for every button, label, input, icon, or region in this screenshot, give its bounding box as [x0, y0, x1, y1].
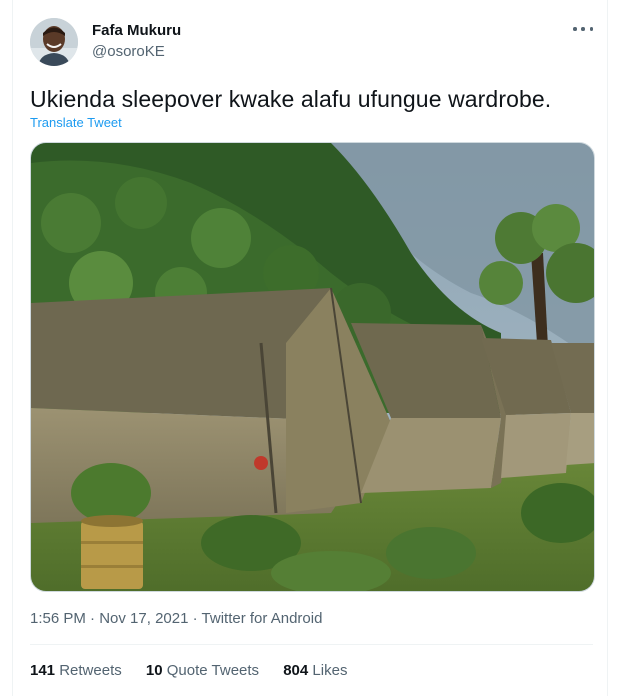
divider	[30, 644, 593, 645]
retweets-stat[interactable]: 141 Retweets	[30, 662, 122, 679]
tweet-text: Ukienda sleepover kwake alafu ufungue wa…	[30, 86, 552, 112]
retweets-label: Retweets	[59, 662, 122, 679]
tweet-stats: 141 Retweets 10 Quote Tweets 804 Likes	[30, 662, 367, 679]
tweet-time[interactable]: 1:56 PM	[30, 610, 86, 627]
user-avatar-icon	[30, 18, 78, 66]
separator: ·	[90, 610, 96, 627]
separator: ·	[192, 610, 198, 627]
likes-label: Likes	[312, 662, 348, 679]
avatar[interactable]	[30, 18, 78, 66]
translate-tweet-link[interactable]: Translate Tweet	[30, 115, 122, 130]
author-name[interactable]: Fafa Mukuru	[92, 22, 181, 39]
tweet-date[interactable]: Nov 17, 2021	[99, 610, 188, 627]
likes-stat[interactable]: 804 Likes	[283, 662, 347, 679]
photo-tents-in-forest	[31, 143, 594, 591]
tweet-source[interactable]: Twitter for Android	[202, 610, 323, 627]
quote-tweets-stat[interactable]: 10 Quote Tweets	[146, 662, 259, 679]
retweets-count: 141	[30, 662, 56, 679]
more-horizontal-icon[interactable]	[573, 22, 593, 36]
tweet-timestamp-line: 1:56 PM · Nov 17, 2021 · Twitter for And…	[30, 610, 322, 627]
quotes-count: 10	[145, 662, 163, 679]
likes-count: 804	[283, 662, 309, 679]
author-handle[interactable]: @osoroKE	[92, 43, 165, 60]
tweet-card: Fafa Mukuru @osoroKE Ukienda sleepover k…	[12, 0, 608, 696]
quotes-label: Quote Tweets	[166, 662, 260, 679]
tweet-media-photo[interactable]	[30, 142, 595, 592]
